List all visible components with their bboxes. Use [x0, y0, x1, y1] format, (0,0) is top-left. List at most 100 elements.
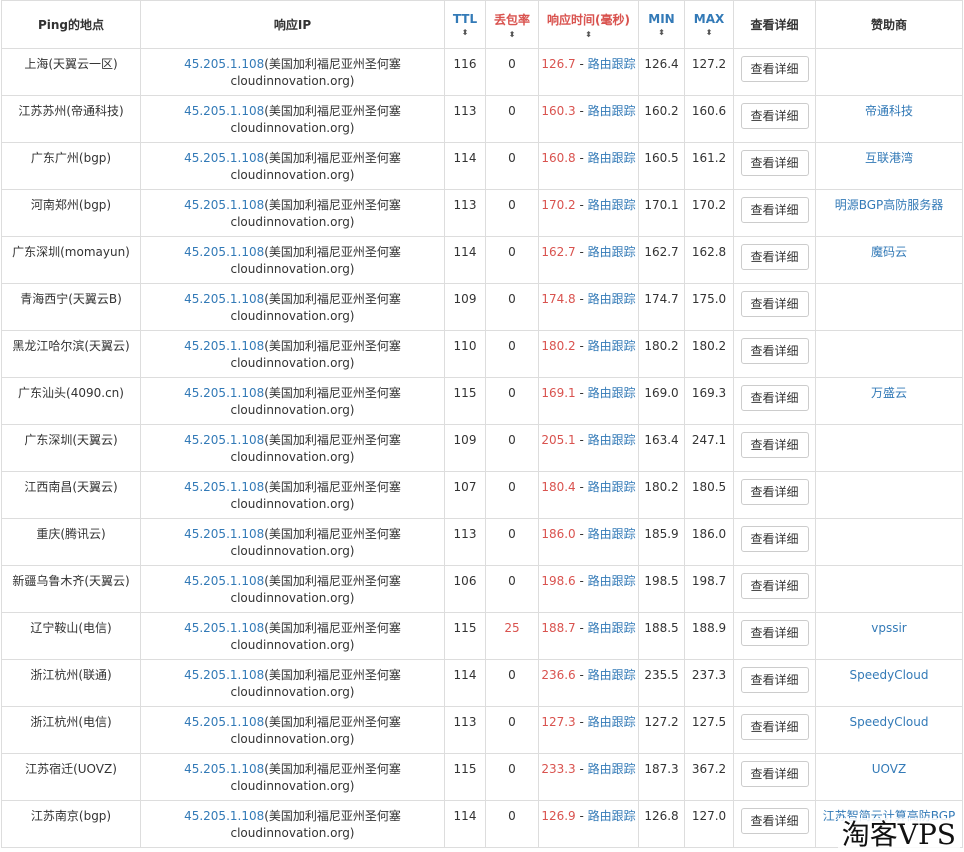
ip-location: (美国加利福尼亚州圣何塞 — [264, 292, 401, 306]
view-detail-button[interactable]: 查看详细 — [740, 338, 809, 364]
view-detail-button[interactable]: 查看详细 — [740, 573, 809, 599]
detail-cell: 查看详细 — [733, 236, 816, 284]
ip-location: (美国加利福尼亚州圣何塞 — [264, 621, 401, 635]
ip-link[interactable]: 45.205.1.108 — [184, 527, 264, 541]
route-trace-link[interactable]: 路由跟踪 — [588, 245, 636, 259]
ip-link[interactable]: 45.205.1.108 — [184, 386, 264, 400]
sponsor-link[interactable]: 帝通科技 — [865, 104, 913, 118]
route-trace-link[interactable]: 路由跟踪 — [588, 574, 636, 588]
view-detail-button[interactable]: 查看详细 — [740, 197, 809, 223]
ip-link[interactable]: 45.205.1.108 — [184, 57, 264, 71]
route-trace-link[interactable]: 路由跟踪 — [588, 715, 636, 729]
header-max[interactable]: MAX ⬍ — [684, 0, 734, 49]
route-trace-link[interactable]: 路由跟踪 — [588, 198, 636, 212]
route-trace-link[interactable]: 路由跟踪 — [588, 809, 636, 823]
separator: - — [575, 574, 588, 588]
ip-link[interactable]: 45.205.1.108 — [184, 715, 264, 729]
view-detail-button[interactable]: 查看详细 — [740, 620, 809, 646]
route-trace-link[interactable]: 路由跟踪 — [588, 151, 636, 165]
sponsor-link[interactable]: SpeedyCloud — [850, 668, 929, 682]
ttl-cell: 106 — [444, 565, 486, 613]
ip-link[interactable]: 45.205.1.108 — [184, 480, 264, 494]
ip-link[interactable]: 45.205.1.108 — [184, 433, 264, 447]
ping-results-table: Ping的地点 响应IP TTL ⬍ 丢包率 ⬍ 响应时间(毫秒) ⬍ MIN ⬍ MA… — [1, 0, 963, 848]
min-cell: 235.5 — [638, 659, 685, 707]
view-detail-button[interactable]: 查看详细 — [740, 103, 809, 129]
sponsor-link[interactable]: 魔码云 — [871, 245, 907, 259]
response-time-cell: 127.3 - 路由跟踪 — [538, 706, 639, 754]
view-detail-button[interactable]: 查看详细 — [740, 667, 809, 693]
ip-host: cloudinnovation.org) — [230, 497, 355, 511]
response-time-value: 188.7 — [541, 621, 576, 635]
view-detail-button[interactable]: 查看详细 — [740, 56, 809, 82]
table-row: 广东深圳(momayun) 45.205.1.108(美国加利福尼亚州圣何塞 clo… — [1, 236, 963, 284]
route-trace-link[interactable]: 路由跟踪 — [588, 104, 636, 118]
separator: - — [575, 621, 588, 635]
location-cell: 江苏南京(bgp) — [1, 800, 141, 848]
ip-link[interactable]: 45.205.1.108 — [184, 245, 264, 259]
route-trace-link[interactable]: 路由跟踪 — [588, 621, 636, 635]
table-row: 上海(天翼云一区) 45.205.1.108(美国加利福尼亚州圣何塞 cloudin… — [1, 48, 963, 96]
sponsor-link[interactable]: 互联港湾 — [865, 151, 913, 165]
route-trace-link[interactable]: 路由跟踪 — [588, 386, 636, 400]
sponsor-cell: vpssir — [815, 612, 963, 660]
sort-icon: ⬍ — [658, 28, 665, 37]
location-cell: 浙江杭州(联通) — [1, 659, 141, 707]
ip-link[interactable]: 45.205.1.108 — [184, 198, 264, 212]
ip-location: (美国加利福尼亚州圣何塞 — [264, 386, 401, 400]
table-row: 青海西宁(天翼云B) 45.205.1.108(美国加利福尼亚州圣何塞 cloudi… — [1, 283, 963, 331]
view-detail-button[interactable]: 查看详细 — [740, 432, 809, 458]
view-detail-button[interactable]: 查看详细 — [740, 714, 809, 740]
ip-link[interactable]: 45.205.1.108 — [184, 151, 264, 165]
ip-link[interactable]: 45.205.1.108 — [184, 292, 264, 306]
header-sponsor: 赞助商 — [815, 0, 963, 49]
ip-link[interactable]: 45.205.1.108 — [184, 104, 264, 118]
route-trace-link[interactable]: 路由跟踪 — [588, 668, 636, 682]
view-detail-button[interactable]: 查看详细 — [740, 479, 809, 505]
sponsor-link[interactable]: SpeedyCloud — [850, 715, 929, 729]
view-detail-button[interactable]: 查看详细 — [740, 761, 809, 787]
view-detail-button[interactable]: 查看详细 — [740, 808, 809, 834]
ip-link[interactable]: 45.205.1.108 — [184, 668, 264, 682]
ip-link[interactable]: 45.205.1.108 — [184, 809, 264, 823]
view-detail-button[interactable]: 查看详细 — [740, 150, 809, 176]
ip-cell: 45.205.1.108(美国加利福尼亚州圣何塞 cloudinnovation.… — [140, 753, 445, 801]
ip-location: (美国加利福尼亚州圣何塞 — [264, 245, 401, 259]
max-cell: 237.3 — [684, 659, 734, 707]
route-trace-link[interactable]: 路由跟踪 — [588, 480, 636, 494]
header-loss[interactable]: 丢包率 ⬍ — [485, 0, 539, 49]
header-ttl[interactable]: TTL ⬍ — [444, 0, 486, 49]
ip-link[interactable]: 45.205.1.108 — [184, 621, 264, 635]
location-cell: 黑龙江哈尔滨(天翼云) — [1, 330, 141, 378]
sponsor-link[interactable]: 明源BGP高防服务器 — [835, 198, 944, 212]
detail-cell: 查看详细 — [733, 753, 816, 801]
response-time-cell: 169.1 - 路由跟踪 — [538, 377, 639, 425]
response-time-value: 126.7 — [541, 57, 576, 71]
sponsor-link[interactable]: vpssir — [871, 621, 907, 635]
ip-link[interactable]: 45.205.1.108 — [184, 762, 264, 776]
route-trace-link[interactable]: 路由跟踪 — [588, 433, 636, 447]
detail-cell: 查看详细 — [733, 659, 816, 707]
view-detail-button[interactable]: 查看详细 — [740, 291, 809, 317]
sponsor-link[interactable]: UOVZ — [872, 762, 906, 776]
separator: - — [575, 57, 588, 71]
route-trace-link[interactable]: 路由跟踪 — [588, 292, 636, 306]
table-row: 江苏苏州(帝通科技) 45.205.1.108(美国加利福尼亚州圣何塞 cloudi… — [1, 95, 963, 143]
ip-link[interactable]: 45.205.1.108 — [184, 574, 264, 588]
header-min[interactable]: MIN ⬍ — [638, 0, 685, 49]
view-detail-button[interactable]: 查看详细 — [740, 526, 809, 552]
min-cell: 198.5 — [638, 565, 685, 613]
sponsor-cell: UOVZ — [815, 753, 963, 801]
route-trace-link[interactable]: 路由跟踪 — [588, 762, 636, 776]
route-trace-link[interactable]: 路由跟踪 — [588, 339, 636, 353]
ip-link[interactable]: 45.205.1.108 — [184, 339, 264, 353]
header-response-time[interactable]: 响应时间(毫秒) ⬍ — [538, 0, 639, 49]
route-trace-link[interactable]: 路由跟踪 — [588, 527, 636, 541]
separator: - — [575, 762, 588, 776]
view-detail-button[interactable]: 查看详细 — [740, 385, 809, 411]
view-detail-button[interactable]: 查看详细 — [740, 244, 809, 270]
sponsor-link[interactable]: 万盛云 — [871, 386, 907, 400]
ip-location: (美国加利福尼亚州圣何塞 — [264, 809, 401, 823]
max-cell: 367.2 — [684, 753, 734, 801]
route-trace-link[interactable]: 路由跟踪 — [588, 57, 636, 71]
